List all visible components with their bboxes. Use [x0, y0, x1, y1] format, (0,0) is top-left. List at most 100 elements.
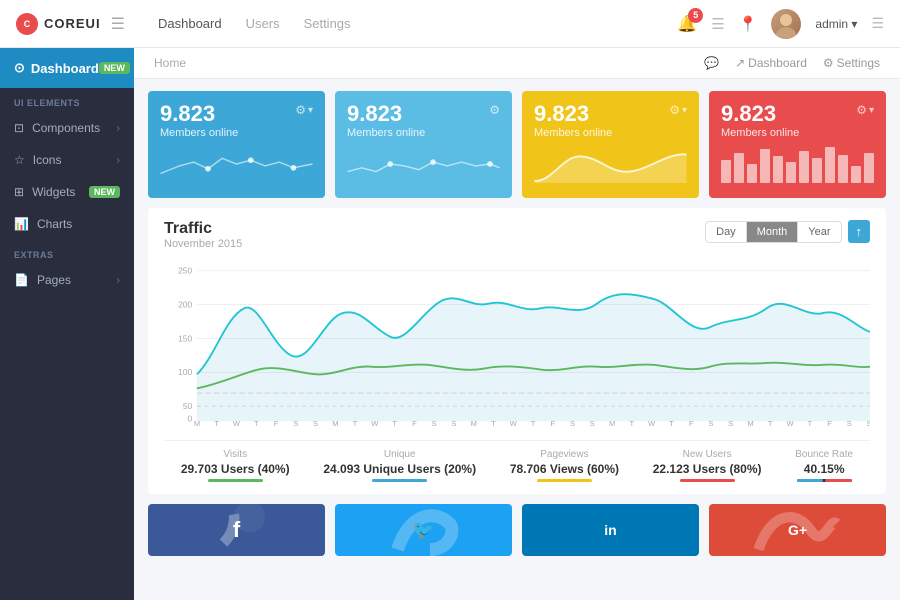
widgets-badge: NEW — [89, 186, 120, 198]
svg-text:100: 100 — [178, 367, 192, 377]
breadcrumb-home[interactable]: Home — [154, 56, 186, 70]
sidebar-item-pages[interactable]: 📄 Pages › — [0, 264, 134, 296]
svg-text:0: 0 — [188, 413, 193, 423]
stat-card-yellow: 9.823 Members online ⚙▾ — [522, 91, 699, 198]
admin-label[interactable]: admin ▾ — [815, 17, 857, 31]
pages-icon: 📄 — [14, 273, 29, 287]
breadcrumb-settings-link[interactable]: ⚙ Settings — [823, 56, 880, 70]
stat-label-1: Members online — [160, 127, 238, 139]
topnav-menu-icon[interactable]: ☰ — [871, 15, 884, 32]
stat-bounce: Bounce Rate 40.15% — [795, 449, 853, 482]
chart-line-icon: ↗ — [735, 56, 745, 70]
stat-card-blue2: 9.823 Members online ⚙ — [335, 91, 512, 198]
traffic-controls: Day Month Year ↑ — [705, 220, 870, 243]
stat-pageviews: Pageviews 78.706 Views (60%) — [510, 449, 619, 482]
traffic-btn-day[interactable]: Day — [706, 222, 747, 242]
svg-text:50: 50 — [183, 401, 193, 411]
social-card-linkedin[interactable]: in — [522, 504, 699, 556]
pages-label: Pages — [37, 273, 71, 287]
traffic-btn-month[interactable]: Month — [747, 222, 799, 242]
nav-link-dashboard[interactable]: Dashboard — [158, 16, 222, 31]
svg-text:T: T — [807, 419, 812, 428]
breadcrumb-bar: Home 💬 ↗ Dashboard ⚙ Settings — [134, 48, 900, 79]
svg-text:150: 150 — [178, 333, 192, 343]
svg-text:T: T — [531, 419, 536, 428]
charts-icon: 📊 — [14, 217, 29, 231]
sparkline-2 — [347, 145, 500, 183]
social-card-facebook[interactable]: f — [148, 504, 325, 556]
traffic-title-group: Traffic November 2015 — [164, 220, 242, 250]
twitter-icon: 🐦 — [412, 520, 434, 541]
stat-pageviews-value: 78.706 Views (60%) — [510, 462, 619, 476]
svg-text:S: S — [451, 419, 456, 428]
stat-gear-4[interactable]: ⚙▾ — [856, 103, 874, 117]
svg-text:M: M — [471, 419, 477, 428]
sidebar-item-widgets[interactable]: ⊞ Widgets NEW — [0, 176, 134, 208]
logo: C COREUI ☰ — [16, 13, 150, 35]
logo-text: COREUI — [44, 16, 101, 31]
svg-text:T: T — [392, 419, 397, 428]
breadcrumb-chat-icon[interactable]: 💬 — [704, 56, 719, 70]
traffic-refresh-btn[interactable]: ↑ — [848, 220, 871, 243]
traffic-button-group: Day Month Year — [705, 221, 841, 243]
social-card-googleplus[interactable]: G+ — [709, 504, 886, 556]
pages-chevron: › — [117, 275, 120, 286]
social-row: f 🐦 in G+ — [148, 504, 886, 556]
stat-visits-bar — [208, 479, 263, 482]
dashboard-label: Dashboard — [31, 61, 99, 76]
stat-newusers-label: New Users — [653, 449, 762, 460]
svg-text:F: F — [550, 419, 555, 428]
svg-text:S: S — [570, 419, 575, 428]
stat-value-3: 9.823 — [534, 103, 612, 125]
layout: ⊙ Dashboard NEW UI ELEMENTS ⊡ Components… — [0, 48, 900, 600]
stat-gear-2[interactable]: ⚙ — [489, 103, 500, 117]
sidebar-item-components[interactable]: ⊡ Components › — [0, 112, 134, 144]
svg-text:S: S — [728, 419, 733, 428]
svg-text:W: W — [371, 419, 379, 428]
svg-text:F: F — [689, 419, 694, 428]
widgets-label: Widgets — [32, 185, 75, 199]
stat-label-4: Members online — [721, 127, 799, 139]
nav-link-users[interactable]: Users — [246, 16, 280, 31]
sidebar-section-ui: UI ELEMENTS — [0, 88, 134, 112]
sidebar-dashboard[interactable]: ⊙ Dashboard NEW — [0, 48, 134, 88]
social-card-twitter[interactable]: 🐦 — [335, 504, 512, 556]
topnav: C COREUI ☰ Dashboard Users Settings 🔔 5 … — [0, 0, 900, 48]
svg-text:M: M — [332, 419, 338, 428]
stat-value-4: 9.823 — [721, 103, 799, 125]
nav-link-settings[interactable]: Settings — [304, 16, 351, 31]
location-icon[interactable]: 📍 — [739, 15, 758, 33]
stat-cards-row: 9.823 Members online ⚙▾ — [148, 91, 886, 198]
stat-gear-3[interactable]: ⚙▾ — [669, 103, 687, 117]
svg-text:T: T — [630, 419, 635, 428]
avatar[interactable] — [771, 9, 801, 39]
svg-text:S: S — [708, 419, 713, 428]
traffic-subtitle: November 2015 — [164, 238, 242, 250]
stat-card-red: 9.823 Members online ⚙▾ — [709, 91, 886, 198]
stat-pageviews-label: Pageviews — [510, 449, 619, 460]
svg-text:F: F — [274, 419, 279, 428]
stat-label-2: Members online — [347, 127, 425, 139]
stat-newusers-value: 22.123 Users (80%) — [653, 462, 762, 476]
sidebar-item-icons[interactable]: ☆ Icons › — [0, 144, 134, 176]
notification-bell[interactable]: 🔔 5 — [677, 14, 697, 34]
stat-visits: Visits 29.703 Users (40%) — [181, 449, 290, 482]
icons-icon: ☆ — [14, 153, 25, 167]
icons-label: Icons — [33, 153, 62, 167]
svg-text:M: M — [194, 419, 200, 428]
traffic-card: Traffic November 2015 Day Month Year ↑ — [148, 208, 886, 494]
breadcrumb-right: 💬 ↗ Dashboard ⚙ Settings — [704, 56, 880, 70]
hamburger-icon[interactable]: ☰ — [111, 14, 125, 34]
list-icon[interactable]: ☰ — [711, 15, 724, 33]
sidebar-item-charts[interactable]: 📊 Charts — [0, 208, 134, 240]
widgets-icon: ⊞ — [14, 185, 24, 199]
stat-newusers: New Users 22.123 Users (80%) — [653, 449, 762, 482]
stat-label-3: Members online — [534, 127, 612, 139]
breadcrumb-dashboard-link[interactable]: ↗ Dashboard — [735, 56, 807, 70]
traffic-btn-year[interactable]: Year — [798, 222, 840, 242]
main: Home 💬 ↗ Dashboard ⚙ Settings — [134, 48, 900, 600]
stat-gear-1[interactable]: ⚙▾ — [295, 103, 313, 117]
stat-bounce-value: 40.15% — [795, 462, 853, 476]
svg-text:T: T — [669, 419, 674, 428]
dashboard-icon: ⊙ — [14, 60, 25, 76]
